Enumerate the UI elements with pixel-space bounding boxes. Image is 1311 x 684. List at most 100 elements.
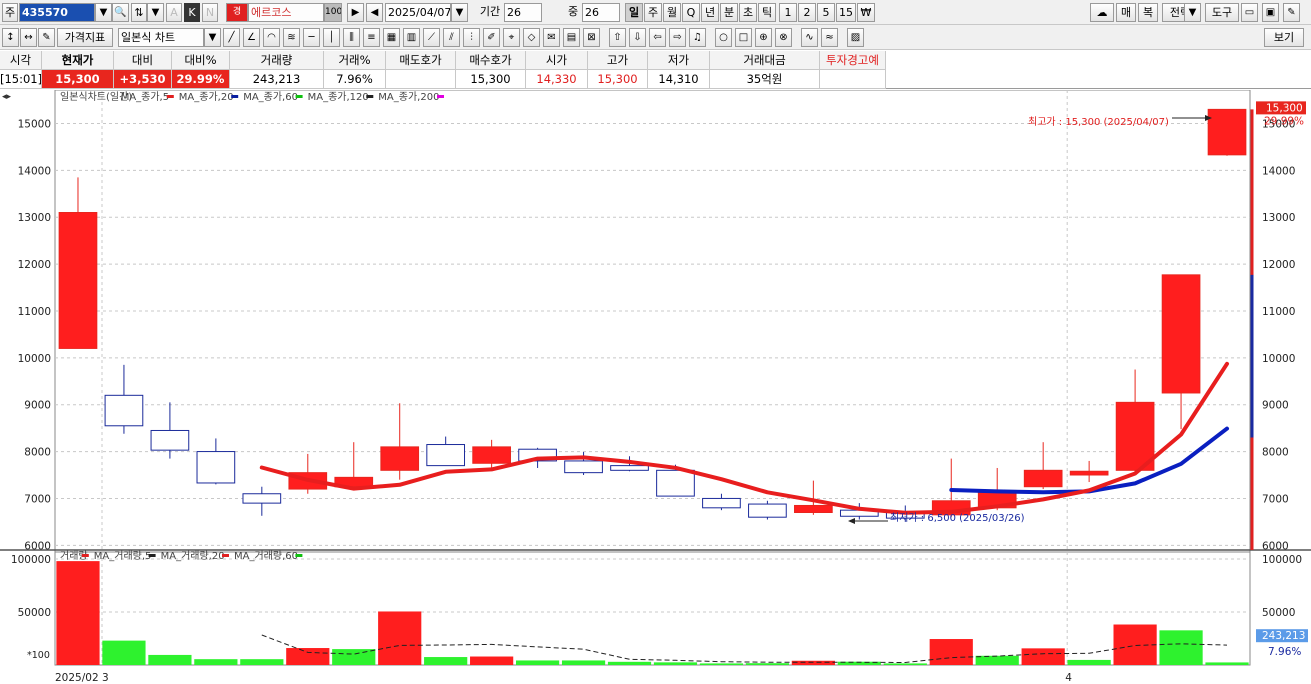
price-tick-right: 9000 <box>1262 400 1289 412</box>
interval-quarter-button[interactable]: Q <box>682 3 700 22</box>
gann-grid-icon[interactable]: ⫼ <box>343 28 360 47</box>
note-icon[interactable]: ✉ <box>543 28 560 47</box>
music-note-icon[interactable]: ♫ <box>689 28 706 47</box>
n-button[interactable]: N <box>202 3 218 22</box>
chart-type-dropdown-icon[interactable]: ▼ <box>204 28 221 47</box>
legend-swatch <box>148 554 156 557</box>
fan-icon[interactable]: ≋ <box>283 28 300 47</box>
price-legend-item: MA_종가,5 <box>121 91 169 103</box>
delete-object-icon[interactable]: ⊠ <box>583 28 600 47</box>
info-header-8: 시가 <box>526 51 588 70</box>
current-volume-text: 243,213 <box>1262 630 1305 642</box>
volume-panel-frame <box>54 549 1251 666</box>
view-button[interactable]: 보기 <box>1264 28 1304 47</box>
interval-15-button[interactable]: 15 <box>836 3 856 22</box>
interval-tick-button[interactable]: 틱 <box>758 3 776 22</box>
sort-icon[interactable]: ⇅ <box>131 3 147 22</box>
buy-button[interactable]: 매 <box>1116 3 1136 22</box>
interval-second-button[interactable]: 초 <box>739 3 757 22</box>
rectangle-icon[interactable]: □ <box>735 28 752 47</box>
price-tick-right: 14000 <box>1262 165 1295 177</box>
arrow-down-icon[interactable]: ⇩ <box>629 28 646 47</box>
chart-wave-icon[interactable]: ₩ <box>857 3 875 22</box>
interval-2-button[interactable]: 2 <box>798 3 816 22</box>
current-volume-pct-text: 7.96% <box>1268 646 1301 658</box>
info-value-7: 15,300 <box>456 70 526 89</box>
circle-icon[interactable]: ○ <box>715 28 732 47</box>
count-input[interactable]: 26 <box>582 3 620 22</box>
candle-body <box>1207 108 1247 156</box>
interval-day-button[interactable]: 일 <box>625 3 643 22</box>
compound-button[interactable]: 복 <box>1138 3 1158 22</box>
bar-grid-icon[interactable]: ▥ <box>403 28 420 47</box>
arrow-right-icon[interactable]: ⇨ <box>669 28 686 47</box>
volume-bar <box>653 662 698 665</box>
parallel-line-icon[interactable]: ⟋ <box>423 28 440 47</box>
arrow-left-icon[interactable]: ⇦ <box>649 28 666 47</box>
stock-code-input[interactable]: 435570 <box>19 3 95 22</box>
strategy-dropdown-icon[interactable]: ▼ <box>1184 3 1201 22</box>
angle-line-icon[interactable]: ∠ <box>243 28 260 47</box>
chart-type-select[interactable]: 일본식 차트 <box>118 28 204 47</box>
candle-body <box>794 504 833 513</box>
calendar-dropdown-icon[interactable]: ▼ <box>451 3 468 22</box>
arrow-left-right-icon[interactable]: ↔ <box>20 28 37 47</box>
cloud-icon[interactable]: ☁ <box>1090 3 1114 22</box>
interval-year-button[interactable]: 년 <box>701 3 719 22</box>
mode-selector[interactable]: 주 <box>2 3 18 22</box>
volume-legend-item: MA_거래량,20 <box>161 550 225 562</box>
volume-bar <box>286 648 330 665</box>
text-box-icon[interactable]: ▤ <box>563 28 580 47</box>
price-tick-left: 10000 <box>18 353 51 365</box>
date-input[interactable]: 2025/04/07 <box>385 3 451 22</box>
play-forward-icon[interactable]: ▶ <box>347 3 364 22</box>
stock-name-field[interactable]: 에르코스 <box>248 3 324 22</box>
info-value-3: 29.99% <box>172 70 230 89</box>
sort-dropdown-icon[interactable]: ▼ <box>147 3 164 22</box>
zoom-out-icon[interactable]: ⊗ <box>775 28 792 47</box>
search-icon[interactable]: 🔍 <box>112 3 129 22</box>
period-input[interactable]: 26 <box>504 3 542 22</box>
zoom-in-icon[interactable]: ⊕ <box>755 28 772 47</box>
save-icon[interactable]: ▣ <box>1262 3 1279 22</box>
edit-icon[interactable]: ✎ <box>38 28 55 47</box>
fibonacci-icon[interactable]: ≡ <box>363 28 380 47</box>
vertical-line-icon[interactable]: │ <box>323 28 340 47</box>
channel-icon[interactable]: ⫽ <box>443 28 460 47</box>
pattern-icon[interactable]: ▨ <box>847 28 864 47</box>
arrow-up-down-icon[interactable]: ↕ <box>2 28 19 47</box>
box-grid-icon[interactable]: ▦ <box>383 28 400 47</box>
legend-swatch <box>295 95 303 98</box>
a-button[interactable]: A <box>166 3 182 22</box>
legend-swatch <box>81 554 89 557</box>
play-back-icon[interactable]: ◀ <box>366 3 383 22</box>
arrow-up-icon[interactable]: ⇧ <box>609 28 626 47</box>
interval-minute-button[interactable]: 분 <box>720 3 738 22</box>
candle-body <box>150 429 190 451</box>
interval-5-button[interactable]: 5 <box>817 3 835 22</box>
candle-body <box>242 493 282 504</box>
tools-button[interactable]: 도구 <box>1205 3 1239 22</box>
crosshair-icon[interactable]: ⌖ <box>503 28 520 47</box>
folder-icon[interactable]: ▭ <box>1241 3 1258 22</box>
price-indicator-button[interactable]: 가격지표 <box>57 28 113 47</box>
interval-month-button[interactable]: 월 <box>663 3 681 22</box>
stock-chart[interactable]: ◂▸ 6000 6000 7000 7000 8000 8000 9000 9000 10000 1… <box>0 90 1311 684</box>
settings-wrench-icon[interactable]: ✎ <box>1283 3 1300 22</box>
oscillator-icon[interactable]: ≈ <box>821 28 838 47</box>
horizontal-line-icon[interactable]: ─ <box>303 28 320 47</box>
k-button[interactable]: K <box>184 3 200 22</box>
pencil-icon[interactable]: ✐ <box>483 28 500 47</box>
interval-week-button[interactable]: 주 <box>644 3 662 22</box>
trendline-icon[interactable]: ╱ <box>223 28 240 47</box>
arc-icon[interactable]: ◠ <box>263 28 280 47</box>
price-tick-right: 10000 <box>1262 353 1295 365</box>
diamond-icon[interactable]: ◇ <box>523 28 540 47</box>
pitchfork-icon[interactable]: ⫶ <box>463 28 480 47</box>
price-tick-left: 11000 <box>18 306 51 318</box>
code-dropdown-icon[interactable]: ▼ <box>95 3 112 22</box>
wave-icon[interactable]: ∿ <box>801 28 818 47</box>
volume-bar <box>424 657 468 665</box>
volume-bar <box>929 639 973 665</box>
interval-1-button[interactable]: 1 <box>779 3 797 22</box>
